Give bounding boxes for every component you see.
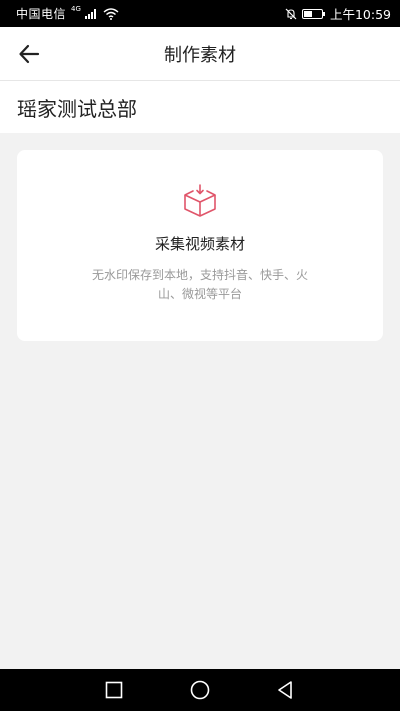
box-download-icon xyxy=(184,184,216,217)
wifi-icon xyxy=(103,7,119,20)
signal-icon xyxy=(84,8,99,19)
status-right: 上午10:59 xyxy=(284,4,391,23)
battery-icon xyxy=(301,8,326,20)
network-badge: 4G xyxy=(71,4,81,13)
card-description: 无水印保存到本地，支持抖音、快手、火山、微视等平台 xyxy=(91,268,308,301)
back-icon xyxy=(278,681,292,699)
section-header: 瑶家测试总部 xyxy=(0,81,400,133)
app-bar: 制作素材 xyxy=(0,27,400,81)
carrier-label: 中国电信 xyxy=(16,7,67,21)
card-title: 采集视频素材 xyxy=(154,235,245,253)
status-bar: 中国电信 4G 上午10:59 xyxy=(0,0,400,27)
collect-video-card[interactable]: 采集视频素材 无水印保存到本地，支持抖音、快手、火山、微视等平台 xyxy=(17,150,383,341)
section-title: 瑶家测试总部 xyxy=(17,96,137,121)
page-title: 制作素材 xyxy=(164,45,236,66)
recent-apps-button[interactable] xyxy=(102,679,126,701)
system-back-button[interactable] xyxy=(273,679,297,701)
status-left: 中国电信 4G xyxy=(16,5,119,22)
mute-icon xyxy=(284,7,298,21)
navigation-bar xyxy=(0,669,400,711)
recent-apps-icon xyxy=(105,681,123,699)
home-icon xyxy=(190,680,210,700)
status-time: 上午10:59 xyxy=(329,7,391,22)
home-button[interactable] xyxy=(188,679,212,701)
